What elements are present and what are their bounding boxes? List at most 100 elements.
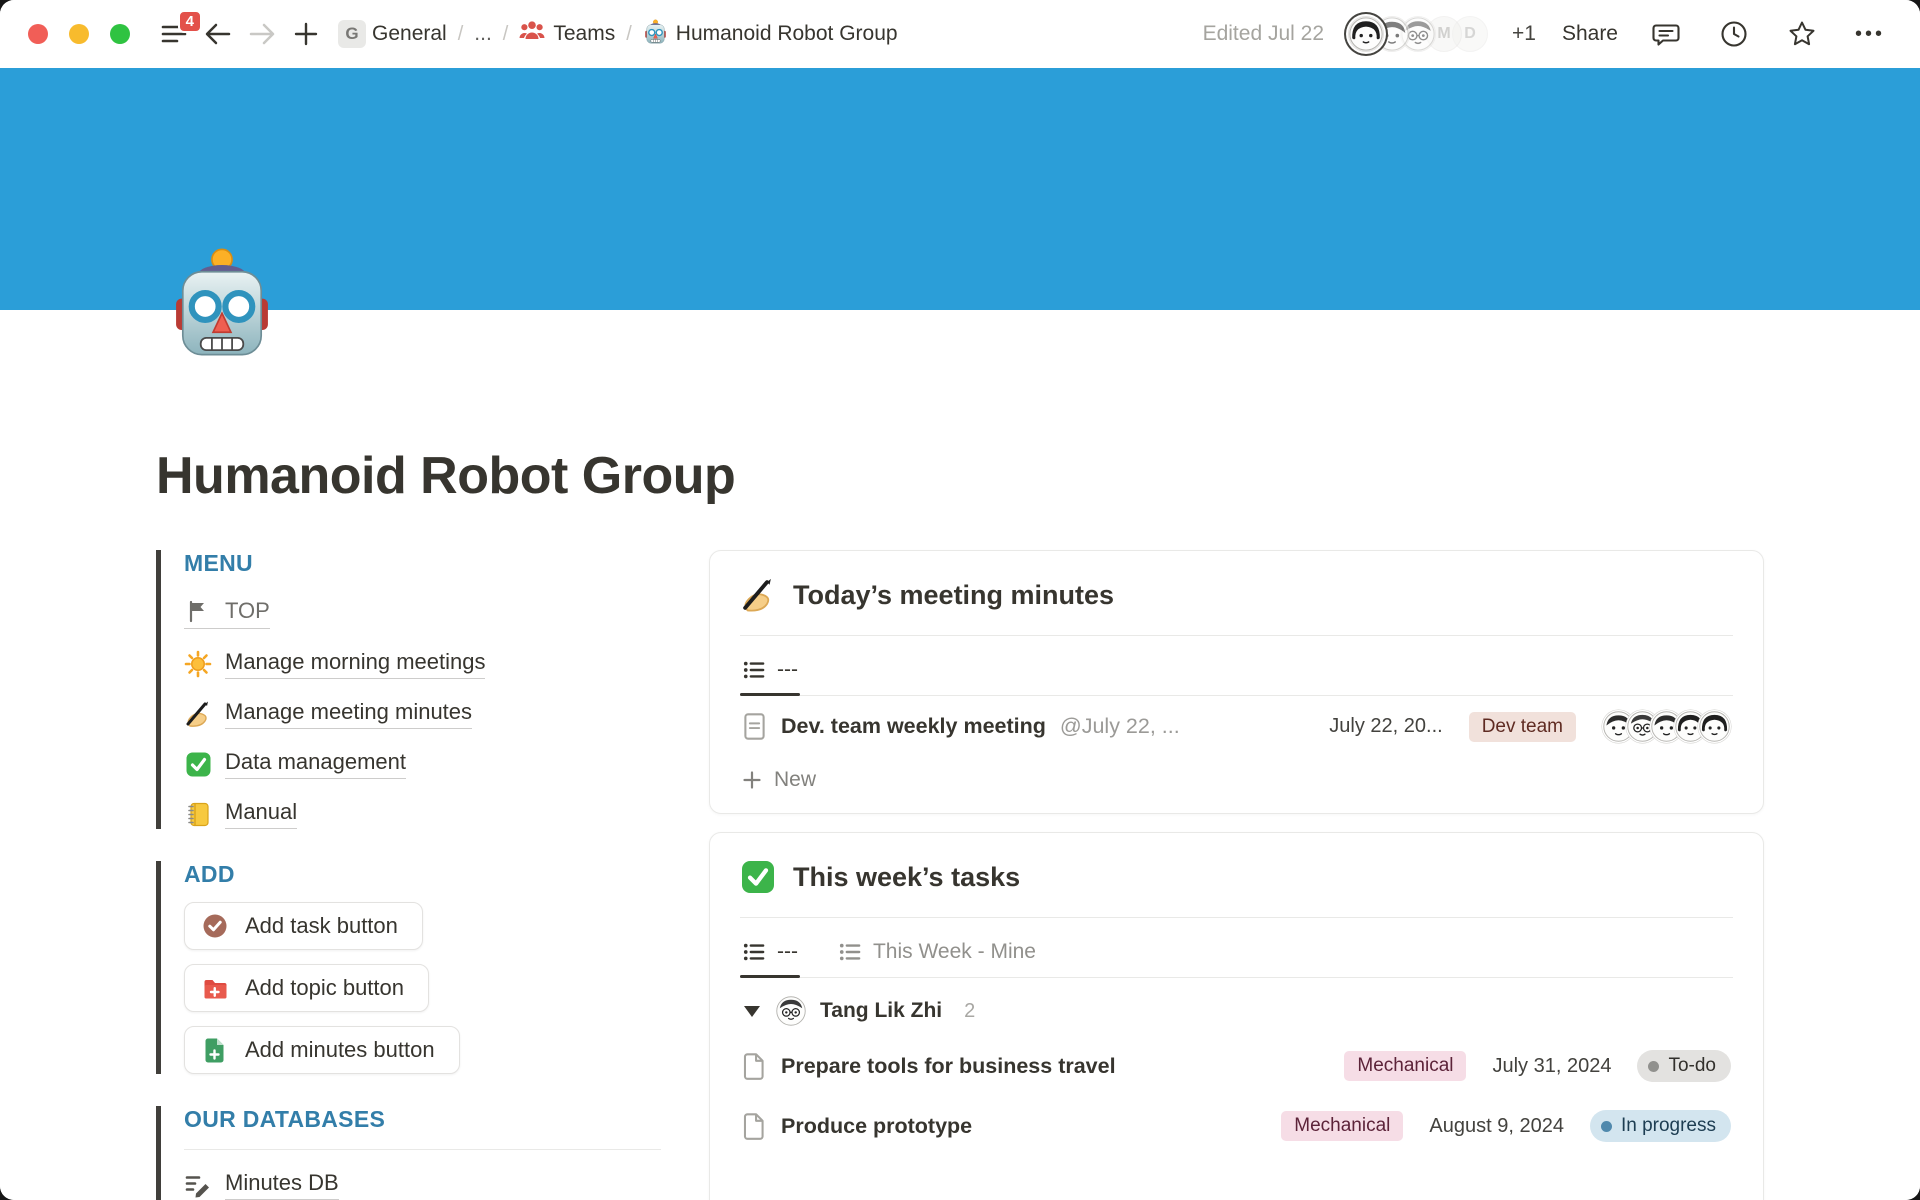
row-properties: Mechanical August 9, 2024 In progress xyxy=(1281,1110,1731,1142)
toolbar-right: Edited Jul 22 M D +1 Share xyxy=(1203,12,1892,56)
add-minutes-button[interactable]: Add minutes button xyxy=(184,1026,460,1074)
add-button-label: Add minutes button xyxy=(245,1037,435,1063)
team-tag: Dev team xyxy=(1469,712,1576,742)
divider xyxy=(184,1149,661,1150)
minimize-window-button[interactable] xyxy=(69,24,89,44)
menu-link-label: Manual xyxy=(225,799,297,829)
menu-link-manual[interactable]: Manual xyxy=(184,799,297,829)
category-tag: Mechanical xyxy=(1344,1051,1466,1081)
meeting-row[interactable]: Dev. team weekly meeting @July 22, ... J… xyxy=(740,696,1733,757)
more-collaborators-count[interactable]: +1 xyxy=(1512,22,1536,46)
page-content: Humanoid Robot Group MENU xyxy=(0,310,1920,1200)
right-column: Today’s meeting minutes --- Dev. team we… xyxy=(709,550,1764,1200)
due-date: August 9, 2024 xyxy=(1429,1115,1564,1138)
add-topic-button[interactable]: Add topic button xyxy=(184,964,429,1012)
breadcrumb-ellipsis[interactable]: ... xyxy=(474,22,492,46)
view-tab-label: --- xyxy=(777,940,798,964)
status-label: In progress xyxy=(1621,1115,1716,1137)
add-button-label: Add topic button xyxy=(245,975,404,1001)
card-title: This week’s tasks xyxy=(793,862,1020,893)
page-icon xyxy=(742,1112,767,1141)
new-row-label: New xyxy=(774,768,816,792)
page-icon xyxy=(742,1052,767,1081)
status-badge: To-do xyxy=(1637,1050,1731,1082)
edited-timestamp: Edited Jul 22 xyxy=(1203,22,1324,46)
avatar xyxy=(1698,710,1731,743)
list-view-icon xyxy=(838,941,862,963)
menu-section: MENU TOP xyxy=(156,550,661,829)
menu-link-morning-meetings[interactable]: Manage morning meetings xyxy=(184,649,485,679)
close-window-button[interactable] xyxy=(28,24,48,44)
sun-icon xyxy=(184,650,212,678)
traffic-lights xyxy=(28,24,130,44)
due-date: July 31, 2024 xyxy=(1492,1055,1611,1078)
flag-icon xyxy=(184,597,212,625)
task-row[interactable]: Prepare tools for business travel Mechan… xyxy=(740,1036,1733,1096)
add-button-label: Add task button xyxy=(245,913,398,939)
card-header: This week’s tasks xyxy=(740,859,1733,895)
add-heading: ADD xyxy=(184,861,661,888)
menu-link-top[interactable]: TOP xyxy=(184,597,270,629)
group-header-row[interactable]: Tang Lik Zhi 2 xyxy=(740,978,1733,1036)
view-tab-label: This Week - Mine xyxy=(873,940,1036,964)
divider xyxy=(740,635,1733,636)
view-tab-default[interactable]: --- xyxy=(740,924,800,977)
red-folder-plus-icon xyxy=(201,974,229,1002)
add-task-button[interactable]: Add task button xyxy=(184,902,423,950)
database-link-label: Minutes DB xyxy=(225,1170,339,1200)
share-button[interactable]: Share xyxy=(1560,18,1620,50)
list-view-icon xyxy=(742,659,766,681)
divider xyxy=(740,917,1733,918)
task-row[interactable]: Produce prototype Mechanical August 9, 2… xyxy=(740,1096,1733,1156)
robot-emoji-icon xyxy=(643,19,668,50)
add-section: ADD Add task button xyxy=(156,861,661,1074)
breadcrumb-current-page[interactable]: Humanoid Robot Group xyxy=(643,19,898,50)
new-tab-button[interactable] xyxy=(284,12,328,56)
workspace-badge[interactable]: G xyxy=(338,20,366,48)
breadcrumb: General / ... / Teams / xyxy=(372,19,898,50)
breadcrumb-separator: / xyxy=(626,23,632,46)
favorite-star-button[interactable] xyxy=(1780,12,1824,56)
more-options-button[interactable]: ••• xyxy=(1848,12,1892,56)
meeting-date: July 22, 20... xyxy=(1329,715,1442,738)
page-icon-robot[interactable] xyxy=(166,246,278,358)
page-cover xyxy=(0,68,1920,310)
card-title: Today’s meeting minutes xyxy=(793,580,1114,611)
comments-button[interactable] xyxy=(1644,12,1688,56)
sidebar-toggle-button[interactable]: 4 xyxy=(152,12,196,56)
new-row-button[interactable]: New xyxy=(740,757,1733,801)
writing-hand-icon xyxy=(740,577,776,613)
row-properties: Mechanical July 31, 2024 To-do xyxy=(1344,1050,1731,1082)
menu-heading: MENU xyxy=(184,550,661,577)
breadcrumb-separator: / xyxy=(458,23,464,46)
databases-heading: OUR DATABASES xyxy=(184,1106,661,1133)
collapse-triangle-icon xyxy=(744,1006,760,1017)
view-tab-this-week-mine[interactable]: This Week - Mine xyxy=(836,924,1038,977)
view-tab-default[interactable]: --- xyxy=(740,642,800,695)
breadcrumb-teams[interactable]: Teams xyxy=(519,19,615,49)
row-properties: July 22, 20... Dev team xyxy=(1329,710,1731,743)
compose-list-icon xyxy=(184,1171,212,1199)
app-window: 4 G General / ... / xyxy=(0,0,1920,1200)
view-tabs: --- xyxy=(740,642,1733,696)
menu-link-data-management[interactable]: Data management xyxy=(184,749,406,779)
presence-avatars: M D xyxy=(1348,16,1488,52)
view-tab-label: --- xyxy=(777,658,798,682)
writing-hand-icon xyxy=(184,700,212,728)
menu-link-meeting-minutes[interactable]: Manage meeting minutes xyxy=(184,699,472,729)
meeting-minutes-card: Today’s meeting minutes --- Dev. team we… xyxy=(709,550,1764,814)
avatar[interactable] xyxy=(1348,16,1384,52)
attendee-avatars xyxy=(1602,710,1731,743)
weekly-tasks-card: This week’s tasks --- This Week - Mine xyxy=(709,832,1764,1200)
minutes-db-link[interactable]: Minutes DB xyxy=(184,1170,339,1200)
updates-clock-button[interactable] xyxy=(1712,12,1756,56)
back-button[interactable] xyxy=(196,12,240,56)
forward-button[interactable] xyxy=(240,12,284,56)
status-dot xyxy=(1601,1121,1612,1132)
databases-section: OUR DATABASES Minutes DB xyxy=(156,1106,661,1200)
group-avatar xyxy=(776,996,806,1026)
zoom-window-button[interactable] xyxy=(110,24,130,44)
breadcrumb-general[interactable]: General xyxy=(372,22,447,46)
card-header: Today’s meeting minutes xyxy=(740,577,1733,613)
group-count: 2 xyxy=(964,1000,975,1023)
